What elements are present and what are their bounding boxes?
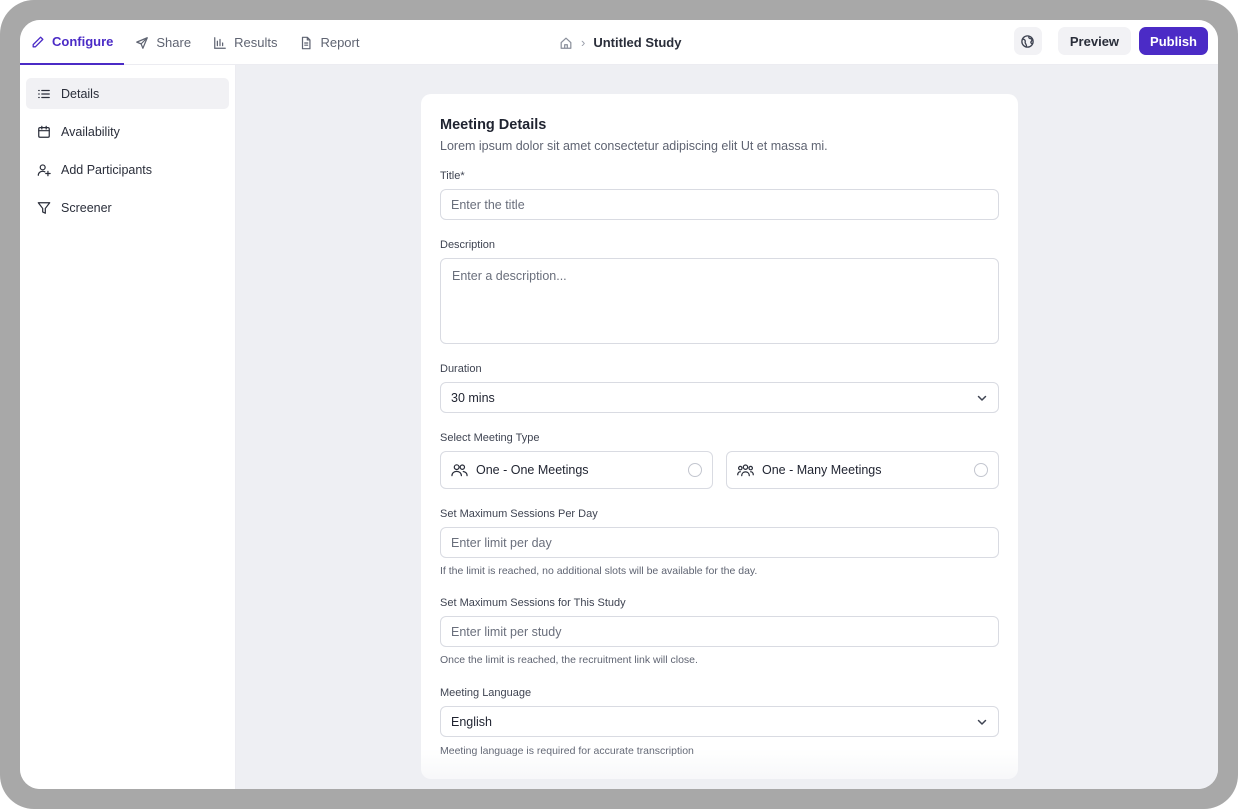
language-value: English (451, 714, 492, 729)
sidebar-item-add-participants[interactable]: Add Participants (26, 154, 229, 185)
sessions-per-day-label: Set Maximum Sessions Per Day (440, 508, 598, 520)
chevron-down-icon (977, 719, 987, 725)
radio-button[interactable] (688, 463, 702, 477)
tab-configure[interactable]: Configure (20, 20, 125, 65)
publish-button[interactable]: Publish (1139, 27, 1208, 55)
sessions-per-study-label: Set Maximum Sessions for This Study (440, 597, 626, 609)
sidebar-item-label: Screener (61, 200, 112, 215)
document-icon (302, 36, 312, 49)
breadcrumb-separator: › (581, 35, 586, 50)
duration-select[interactable]: 30 mins (440, 382, 999, 413)
device-frame: Configure Share Results Report › Untitle… (0, 0, 1238, 809)
user-plus-icon (37, 163, 51, 176)
tab-share[interactable]: Share (124, 20, 202, 65)
list-icon (38, 89, 50, 98)
meeting-type-one-one[interactable]: One - One Meetings (440, 451, 713, 489)
description-input[interactable] (440, 258, 999, 344)
sidebar-item-details[interactable]: Details (26, 78, 229, 109)
meeting-type-label: One - Many Meetings (762, 463, 882, 477)
sessions-per-day-hint: If the limit is reached, no additional s… (440, 565, 758, 577)
sidebar-item-label: Details (61, 86, 100, 101)
card-subtitle: Lorem ipsum dolor sit amet consectetur a… (440, 139, 828, 153)
sidebar-item-availability[interactable]: Availability (26, 116, 229, 147)
tab-results[interactable]: Results (202, 20, 288, 65)
sidebar-item-label: Availability (61, 124, 120, 139)
sidebar: Details Availability Add Participants Sc… (20, 65, 236, 789)
chart-icon (214, 36, 226, 49)
card-title: Meeting Details (440, 117, 547, 133)
meeting-language-label: Meeting Language (440, 687, 532, 699)
meeting-language-hint: Meeting language is required for accurat… (440, 745, 694, 757)
group-icon (737, 464, 754, 477)
sessions-per-study-input[interactable] (440, 616, 999, 647)
sessions-per-day-input[interactable] (440, 527, 999, 558)
chevron-down-icon (977, 395, 987, 401)
title-input[interactable] (440, 189, 999, 220)
top-actions: Preview Publish (1013, 27, 1208, 55)
breadcrumb: › Untitled Study (559, 20, 681, 65)
title-label: Title* (440, 170, 465, 182)
filter-icon (37, 201, 51, 214)
meeting-type-one-many[interactable]: One - Many Meetings (726, 451, 999, 489)
meeting-type-label: Select Meeting Type (440, 432, 540, 444)
sessions-per-study-hint: Once the limit is reached, the recruitme… (440, 654, 698, 666)
home-icon[interactable] (559, 36, 573, 50)
meeting-details-card: Meeting Details Lorem ipsum dolor sit am… (421, 94, 1018, 779)
description-label: Description (440, 239, 496, 251)
duration-label: Duration (440, 363, 482, 375)
meeting-type-options: One - One Meetings One - Many Meetings (440, 451, 999, 489)
main-content: Meeting Details Lorem ipsum dolor sit am… (236, 65, 1218, 789)
preview-button[interactable]: Preview (1057, 27, 1132, 55)
globe-icon (1021, 34, 1035, 48)
sidebar-item-label: Add Participants (61, 162, 153, 177)
meeting-language-select[interactable]: English (440, 706, 999, 737)
app-window: Configure Share Results Report › Untitle… (20, 20, 1218, 789)
send-icon (136, 36, 149, 49)
tab-label: Results (234, 35, 278, 50)
tab-label: Report (320, 35, 360, 50)
meeting-type-label: One - One Meetings (476, 463, 589, 477)
tab-label: Share (156, 35, 192, 50)
tab-report[interactable]: Report (288, 20, 370, 65)
top-bar: Configure Share Results Report › Untitle… (20, 20, 1218, 65)
users-icon (451, 464, 468, 477)
duration-value: 30 mins (451, 390, 495, 405)
radio-button[interactable] (974, 463, 988, 477)
pencil-icon (32, 36, 44, 47)
top-tabs: Configure Share Results Report (20, 20, 370, 65)
tab-label: Configure (52, 34, 114, 49)
study-title[interactable]: Untitled Study (593, 35, 681, 50)
calendar-icon (38, 125, 50, 138)
globe-button[interactable] (1013, 27, 1042, 55)
sidebar-item-screener[interactable]: Screener (26, 192, 229, 223)
